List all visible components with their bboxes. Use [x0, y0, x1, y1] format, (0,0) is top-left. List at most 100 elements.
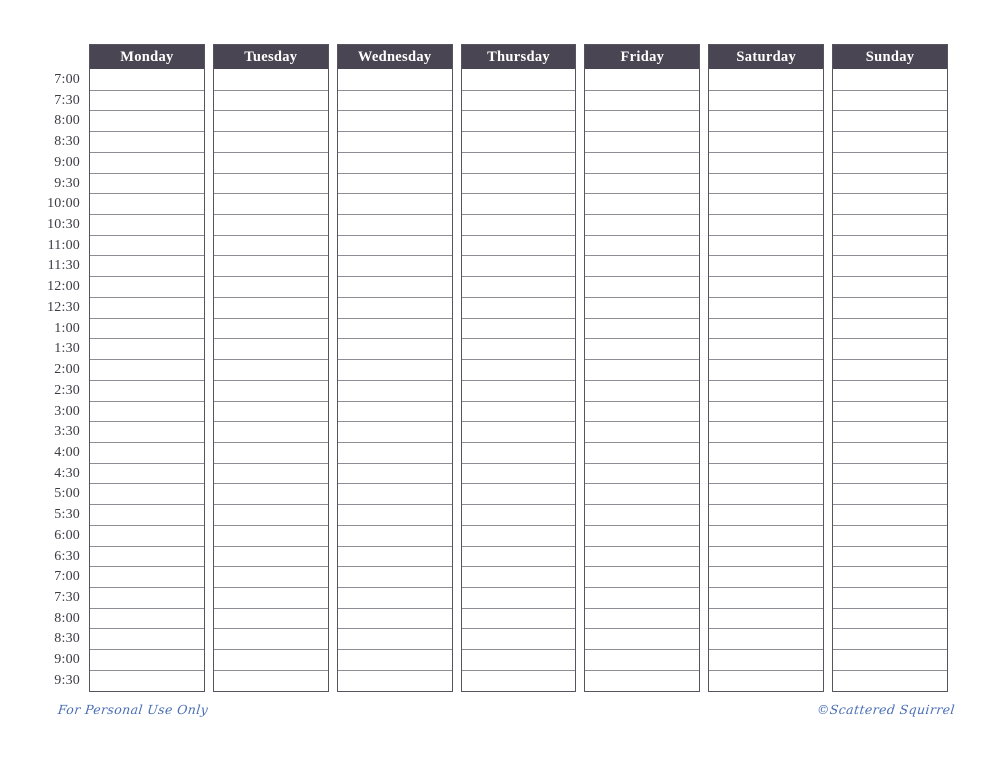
schedule-slot[interactable] [337, 483, 452, 505]
schedule-slot[interactable] [461, 234, 576, 256]
schedule-slot[interactable] [461, 483, 576, 505]
schedule-slot[interactable] [337, 131, 452, 152]
schedule-slot[interactable] [337, 255, 452, 277]
schedule-slot[interactable] [709, 441, 824, 463]
schedule-slot[interactable] [90, 214, 204, 235]
schedule-slot[interactable] [585, 545, 700, 567]
schedule-slot[interactable] [337, 504, 452, 525]
schedule-slot[interactable] [833, 69, 948, 90]
schedule-slot[interactable] [833, 172, 948, 194]
schedule-slot[interactable] [709, 607, 824, 629]
schedule-slot[interactable] [461, 462, 576, 484]
schedule-slot[interactable] [337, 421, 452, 442]
schedule-slot[interactable] [585, 89, 700, 111]
schedule-slot[interactable] [337, 586, 452, 608]
schedule-slot[interactable] [461, 607, 576, 629]
schedule-slot[interactable] [90, 483, 204, 505]
schedule-slot[interactable] [213, 649, 328, 670]
schedule-slot[interactable] [337, 214, 452, 235]
schedule-slot[interactable] [585, 317, 700, 339]
schedule-slot[interactable] [213, 483, 328, 505]
schedule-slot[interactable] [709, 214, 824, 235]
schedule-slot[interactable] [90, 524, 204, 546]
schedule-slot[interactable] [585, 255, 700, 277]
schedule-slot[interactable] [337, 400, 452, 422]
schedule-slot[interactable] [213, 566, 328, 587]
schedule-slot[interactable] [90, 338, 204, 360]
schedule-slot[interactable] [833, 483, 948, 505]
schedule-slot[interactable] [337, 193, 452, 215]
schedule-slot[interactable] [90, 296, 204, 318]
schedule-slot[interactable] [585, 483, 700, 505]
schedule-slot[interactable] [90, 359, 204, 380]
schedule-slot[interactable] [90, 400, 204, 422]
schedule-slot[interactable] [213, 255, 328, 277]
schedule-slot[interactable] [90, 504, 204, 525]
schedule-slot[interactable] [585, 214, 700, 235]
schedule-slot[interactable] [833, 214, 948, 235]
schedule-slot[interactable] [90, 607, 204, 629]
schedule-slot[interactable] [90, 628, 204, 650]
schedule-slot[interactable] [213, 276, 328, 297]
schedule-slot[interactable] [585, 338, 700, 360]
schedule-slot[interactable] [709, 379, 824, 401]
schedule-slot[interactable] [709, 586, 824, 608]
schedule-slot[interactable] [709, 255, 824, 277]
schedule-slot[interactable] [585, 649, 700, 670]
schedule-slot[interactable] [709, 504, 824, 525]
schedule-slot[interactable] [337, 649, 452, 670]
schedule-slot[interactable] [585, 172, 700, 194]
schedule-slot[interactable] [213, 421, 328, 442]
schedule-slot[interactable] [213, 607, 328, 629]
schedule-slot[interactable] [709, 276, 824, 297]
schedule-slot[interactable] [337, 89, 452, 111]
schedule-slot[interactable] [90, 649, 204, 670]
schedule-slot[interactable] [213, 296, 328, 318]
schedule-slot[interactable] [833, 338, 948, 360]
schedule-slot[interactable] [90, 151, 204, 173]
schedule-slot[interactable] [461, 566, 576, 587]
schedule-slot[interactable] [90, 172, 204, 194]
schedule-slot[interactable] [337, 545, 452, 567]
schedule-slot[interactable] [337, 441, 452, 463]
schedule-slot[interactable] [337, 296, 452, 318]
schedule-slot[interactable] [585, 131, 700, 152]
schedule-slot[interactable] [90, 234, 204, 256]
schedule-slot[interactable] [709, 669, 824, 691]
schedule-slot[interactable] [585, 276, 700, 297]
schedule-slot[interactable] [833, 193, 948, 215]
schedule-slot[interactable] [90, 69, 204, 90]
schedule-slot[interactable] [585, 669, 700, 691]
schedule-slot[interactable] [461, 276, 576, 297]
schedule-slot[interactable] [461, 110, 576, 132]
schedule-slot[interactable] [337, 69, 452, 90]
schedule-slot[interactable] [461, 586, 576, 608]
schedule-slot[interactable] [461, 151, 576, 173]
schedule-slot[interactable] [833, 566, 948, 587]
schedule-slot[interactable] [709, 359, 824, 380]
schedule-slot[interactable] [461, 214, 576, 235]
schedule-slot[interactable] [213, 545, 328, 567]
schedule-slot[interactable] [461, 193, 576, 215]
schedule-slot[interactable] [213, 89, 328, 111]
schedule-slot[interactable] [585, 296, 700, 318]
schedule-slot[interactable] [213, 234, 328, 256]
schedule-slot[interactable] [461, 421, 576, 442]
schedule-slot[interactable] [213, 317, 328, 339]
schedule-slot[interactable] [461, 669, 576, 691]
schedule-slot[interactable] [213, 586, 328, 608]
schedule-slot[interactable] [337, 524, 452, 546]
schedule-slot[interactable] [709, 172, 824, 194]
schedule-slot[interactable] [709, 566, 824, 587]
schedule-slot[interactable] [833, 607, 948, 629]
schedule-slot[interactable] [213, 151, 328, 173]
schedule-slot[interactable] [585, 421, 700, 442]
schedule-slot[interactable] [833, 276, 948, 297]
schedule-slot[interactable] [90, 379, 204, 401]
schedule-slot[interactable] [585, 400, 700, 422]
schedule-slot[interactable] [585, 193, 700, 215]
schedule-slot[interactable] [709, 462, 824, 484]
schedule-slot[interactable] [461, 400, 576, 422]
schedule-slot[interactable] [709, 483, 824, 505]
schedule-slot[interactable] [90, 317, 204, 339]
